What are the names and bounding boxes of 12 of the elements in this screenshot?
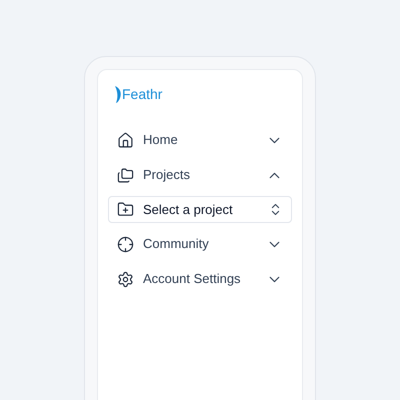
nav-item[interactable]: Account Settings [108, 262, 292, 296]
nav-item[interactable]: Community [108, 227, 292, 261]
crosshair-icon [117, 236, 134, 252]
folder-plus-icon [117, 201, 134, 218]
project-select[interactable]: Select a project [108, 196, 292, 223]
logo-text: Feathr [122, 87, 162, 101]
nav-item[interactable]: Home [108, 123, 292, 157]
house-icon [117, 132, 134, 148]
folders-icon [117, 166, 134, 184]
nav-item[interactable]: Projects [108, 158, 292, 192]
settings-icon [117, 270, 134, 288]
feather-logo-icon [114, 86, 122, 102]
